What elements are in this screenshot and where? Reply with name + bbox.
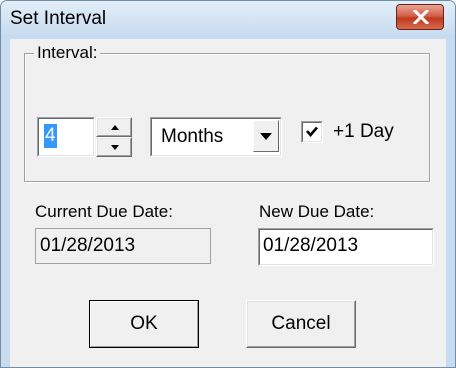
current-due-date-value: 01/28/2013 bbox=[40, 235, 136, 256]
ok-button-label: OK bbox=[130, 313, 158, 334]
units-dropdown-button[interactable] bbox=[253, 120, 279, 152]
interval-value-input[interactable]: 4 bbox=[37, 117, 95, 157]
interval-group-label: Interval: bbox=[34, 43, 101, 63]
plus-one-day-checkbox[interactable] bbox=[301, 121, 323, 143]
arrow-down-icon bbox=[111, 145, 119, 150]
current-due-date-field: 01/28/2013 bbox=[35, 228, 211, 264]
title-bar[interactable]: Set Interval bbox=[1, 1, 455, 38]
cancel-button-label: Cancel bbox=[271, 313, 331, 334]
close-icon bbox=[413, 10, 429, 24]
interval-spin-down-button[interactable] bbox=[96, 137, 132, 157]
new-due-date-value: 01/28/2013 bbox=[263, 235, 359, 256]
interval-units-select[interactable]: Months bbox=[150, 117, 282, 157]
interval-value-text: 4 bbox=[44, 124, 57, 148]
new-due-date-label: New Due Date: bbox=[259, 202, 375, 221]
new-due-date-input[interactable]: 01/28/2013 bbox=[258, 228, 434, 266]
ok-button[interactable]: OK bbox=[89, 300, 199, 348]
cancel-button[interactable]: Cancel bbox=[246, 300, 356, 348]
chevron-down-icon bbox=[260, 133, 272, 140]
window-title: Set Interval bbox=[10, 8, 107, 29]
interval-spin-up-button[interactable] bbox=[96, 117, 132, 137]
close-button[interactable] bbox=[396, 4, 444, 30]
interval-units-value: Months bbox=[161, 126, 224, 147]
current-due-date-label: Current Due Date: bbox=[35, 202, 173, 221]
checkmark-icon bbox=[306, 126, 318, 137]
plus-one-day-label[interactable]: +1 Day bbox=[333, 121, 394, 143]
arrow-up-icon bbox=[111, 125, 119, 130]
